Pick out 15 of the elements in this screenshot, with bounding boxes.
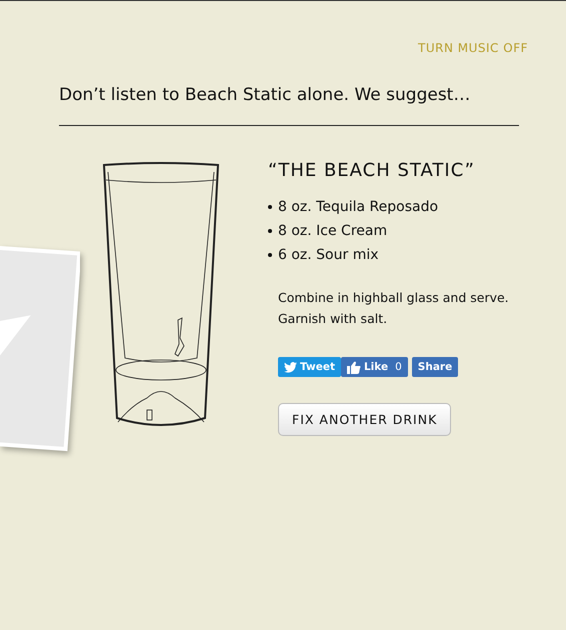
fix-another-drink-button[interactable]: FIX ANOTHER DRINK — [278, 403, 452, 436]
like-button[interactable]: Like 0 — [340, 357, 408, 377]
thumbs-up-icon — [346, 360, 361, 374]
ingredient-text: 8 oz. Ice Cream — [278, 223, 388, 239]
share-button[interactable]: Share — [412, 357, 458, 377]
ingredient-text: 6 oz. Sour mix — [278, 247, 379, 263]
tweet-button[interactable]: Tweet — [278, 357, 341, 377]
bird-icon — [284, 362, 297, 372]
instructions-text: Combine in highball glass and serve. Garnish with salt. — [278, 289, 510, 328]
bullet-icon — [268, 205, 272, 209]
bullet-icon — [268, 253, 272, 257]
suggestion-heading: Don’t listen to Beach Static alone. We suggest… — [59, 85, 472, 105]
drink-title: “THE BEACH STATIC” — [268, 160, 476, 181]
ingredient-text: 8 oz. Tequila Reposado — [278, 199, 438, 215]
bullet-icon — [268, 229, 272, 233]
